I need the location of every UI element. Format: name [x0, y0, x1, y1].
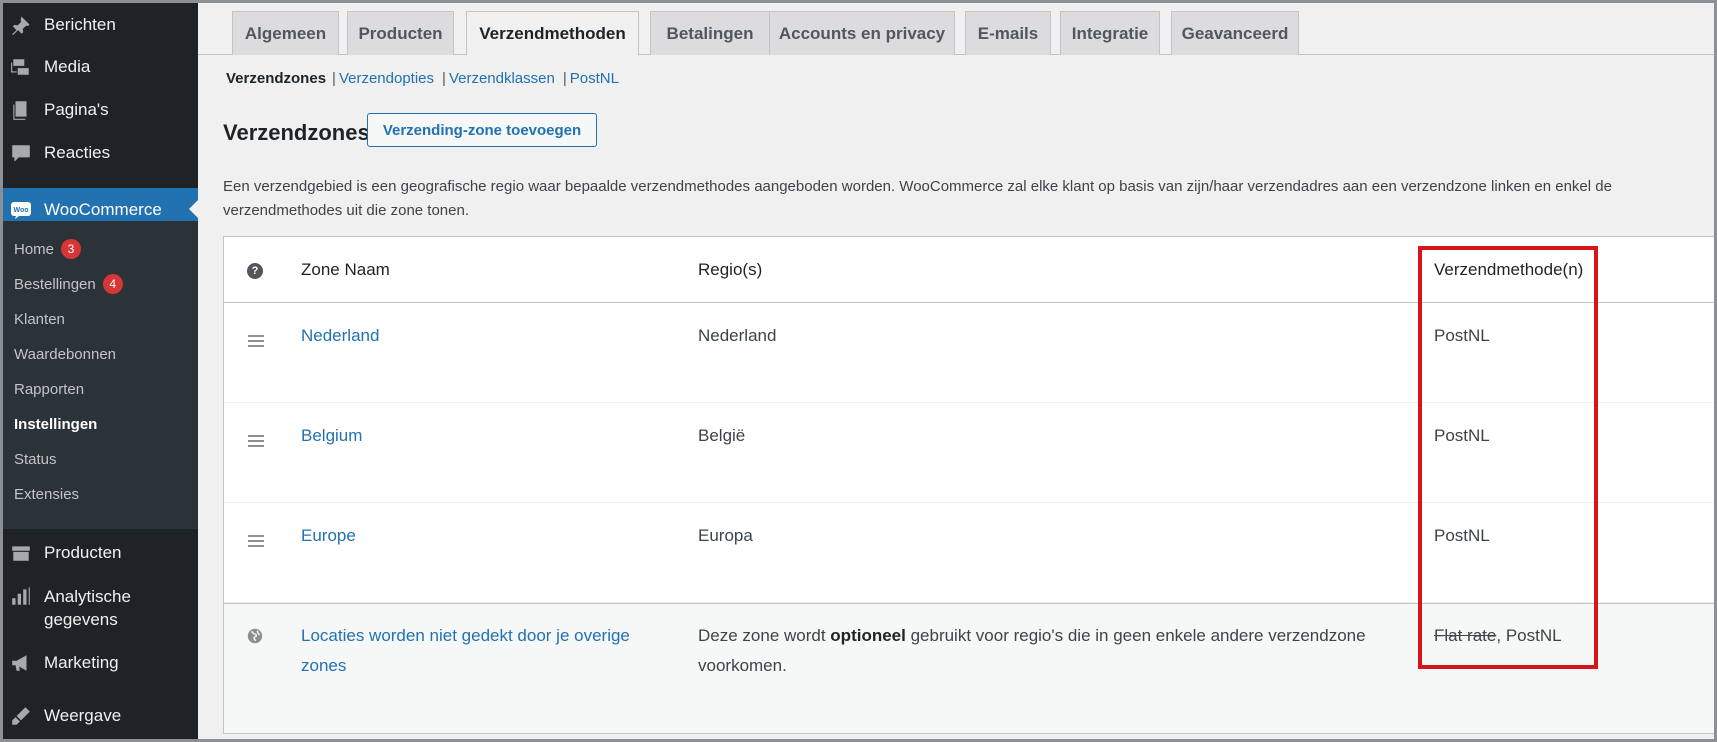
zone-region: België — [698, 426, 746, 445]
sidebar-item-analytics[interactable]: Analytische gegevens — [3, 578, 198, 632]
sidebar-item-weergave[interactable]: Weergave — [3, 696, 198, 736]
submenu-label: Home — [14, 240, 55, 258]
analytics-icon — [10, 585, 32, 607]
submenu-item-extensies[interactable]: Extensies — [14, 482, 79, 506]
sidebar-item-berichten[interactable]: Berichten — [3, 5, 198, 45]
page-title: Verzendzones — [223, 120, 370, 145]
drag-handle-icon[interactable] — [248, 335, 264, 350]
zone-name-link[interactable]: Europe — [301, 521, 356, 551]
appearance-icon — [10, 705, 32, 727]
tab-producten[interactable]: Producten — [347, 11, 454, 55]
sidebar-item-label: Berichten — [44, 15, 116, 34]
zone-name-link[interactable]: Nederland — [301, 321, 379, 351]
submenu-item-waardebonnen[interactable]: Waardebonnen — [14, 342, 116, 366]
column-header-regions: Regio(s) — [698, 260, 763, 279]
tab-accounts-en-privacy[interactable]: Accounts en privacy — [769, 11, 955, 55]
tab-verzendmethoden[interactable]: Verzendmethoden — [466, 11, 639, 56]
drag-handle-icon[interactable] — [248, 435, 264, 450]
media-icon — [10, 56, 32, 78]
tab-e-mails[interactable]: E-mails — [965, 11, 1051, 55]
sidebar-item-label: Weergave — [44, 706, 122, 725]
sidebar-item-marketing[interactable]: Marketing — [3, 643, 198, 683]
woocommerce-icon: Woo — [10, 199, 32, 221]
zone-name-link[interactable]: Belgium — [301, 421, 362, 451]
subsection-postnl[interactable]: PostNL — [570, 70, 619, 87]
submenu-label: Instellingen — [14, 415, 98, 433]
current-indicator — [189, 199, 199, 219]
comments-icon — [10, 142, 32, 164]
sidebar-item-reacties[interactable]: Reacties — [3, 133, 198, 173]
add-shipping-zone-button[interactable]: Verzending-zone toevoegen — [367, 113, 597, 147]
submenu-item-status[interactable]: Status — [14, 447, 57, 471]
separator: | — [562, 70, 567, 87]
zone-region: Europa — [698, 526, 753, 545]
sidebar-item-producten[interactable]: Producten — [3, 533, 198, 573]
products-icon — [10, 542, 32, 564]
notification-badge: 4 — [102, 274, 123, 294]
zone-name-link[interactable]: Locaties worden niet gedekt door je over… — [301, 621, 661, 681]
submenu-item-rapporten[interactable]: Rapporten — [14, 377, 84, 401]
drag-handle-icon[interactable] — [248, 535, 264, 550]
sidebar-item-label: Media — [44, 57, 91, 76]
page-description: Een verzendgebied is een geografische re… — [223, 178, 1612, 219]
subsection-verzendopties[interactable]: Verzendopties — [339, 70, 434, 87]
subsection-verzendzones[interactable]: Verzendzones — [226, 70, 326, 87]
help-icon[interactable]: ? — [247, 263, 263, 279]
label-line-2: gegevens — [44, 610, 118, 629]
sidebar-item-media[interactable]: Media — [3, 47, 198, 87]
submenu-label: Status — [14, 450, 57, 468]
region-text: Deze zone wordt — [698, 626, 831, 645]
pages-icon — [10, 99, 32, 121]
submenu-item-bestellingen[interactable]: Bestellingen 4 — [14, 272, 123, 296]
tab-algemeen[interactable]: Algemeen — [232, 11, 339, 55]
tab-integratie[interactable]: Integratie — [1060, 11, 1160, 55]
globe-icon — [247, 628, 263, 644]
admin-sidebar: Berichten Media Pagina's Reacties Woo Wo… — [3, 3, 199, 739]
region-bold-text: optioneel — [830, 626, 906, 645]
sidebar-item-label: Pagina's — [44, 100, 109, 119]
woocommerce-submenu: Home 3 Bestellingen 4 Klanten Waardebonn… — [3, 221, 198, 529]
sidebar-item-paginas[interactable]: Pagina's — [3, 90, 198, 130]
submenu-label: Waardebonnen — [14, 345, 117, 363]
submenu-label: Rapporten — [14, 380, 85, 398]
column-header-zone-name: Zone Naam — [301, 260, 390, 279]
separator: | — [332, 70, 336, 87]
submenu-label: Extensies — [14, 485, 80, 503]
settings-tabs: Algemeen Producten Verzendmethoden Betal… — [198, 3, 1717, 56]
shipping-subsections: Verzendzones | Verzendopties | Verzendkl… — [226, 70, 619, 87]
megaphone-icon — [10, 652, 32, 674]
separator: | — [442, 70, 446, 87]
sidebar-item-label: Reacties — [44, 143, 111, 162]
pin-icon — [10, 14, 32, 36]
submenu-label: Klanten — [14, 310, 65, 328]
sidebar-item-label: WooCommerce — [44, 200, 162, 219]
submenu-label: Bestellingen — [14, 275, 96, 293]
zone-region: Deze zone wordt optioneel gebruikt voor … — [698, 621, 1398, 681]
tab-geavanceerd[interactable]: Geavanceerd — [1171, 11, 1299, 55]
zone-region: Nederland — [698, 326, 777, 345]
submenu-item-klanten[interactable]: Klanten — [14, 307, 65, 331]
subsection-verzendklassen[interactable]: Verzendklassen — [449, 70, 555, 87]
sidebar-item-label: Analytische gegevens — [44, 585, 131, 631]
svg-text:Woo: Woo — [13, 207, 28, 214]
label-line-1: Analytische — [44, 587, 131, 606]
submenu-item-home[interactable]: Home 3 — [14, 237, 82, 261]
tab-betalingen[interactable]: Betalingen — [650, 11, 770, 55]
sidebar-item-label: Marketing — [44, 653, 119, 672]
highlight-annotation — [1418, 246, 1598, 669]
notification-badge: 3 — [61, 239, 82, 259]
submenu-item-instellingen[interactable]: Instellingen — [14, 412, 97, 436]
sidebar-item-label: Producten — [44, 543, 122, 562]
